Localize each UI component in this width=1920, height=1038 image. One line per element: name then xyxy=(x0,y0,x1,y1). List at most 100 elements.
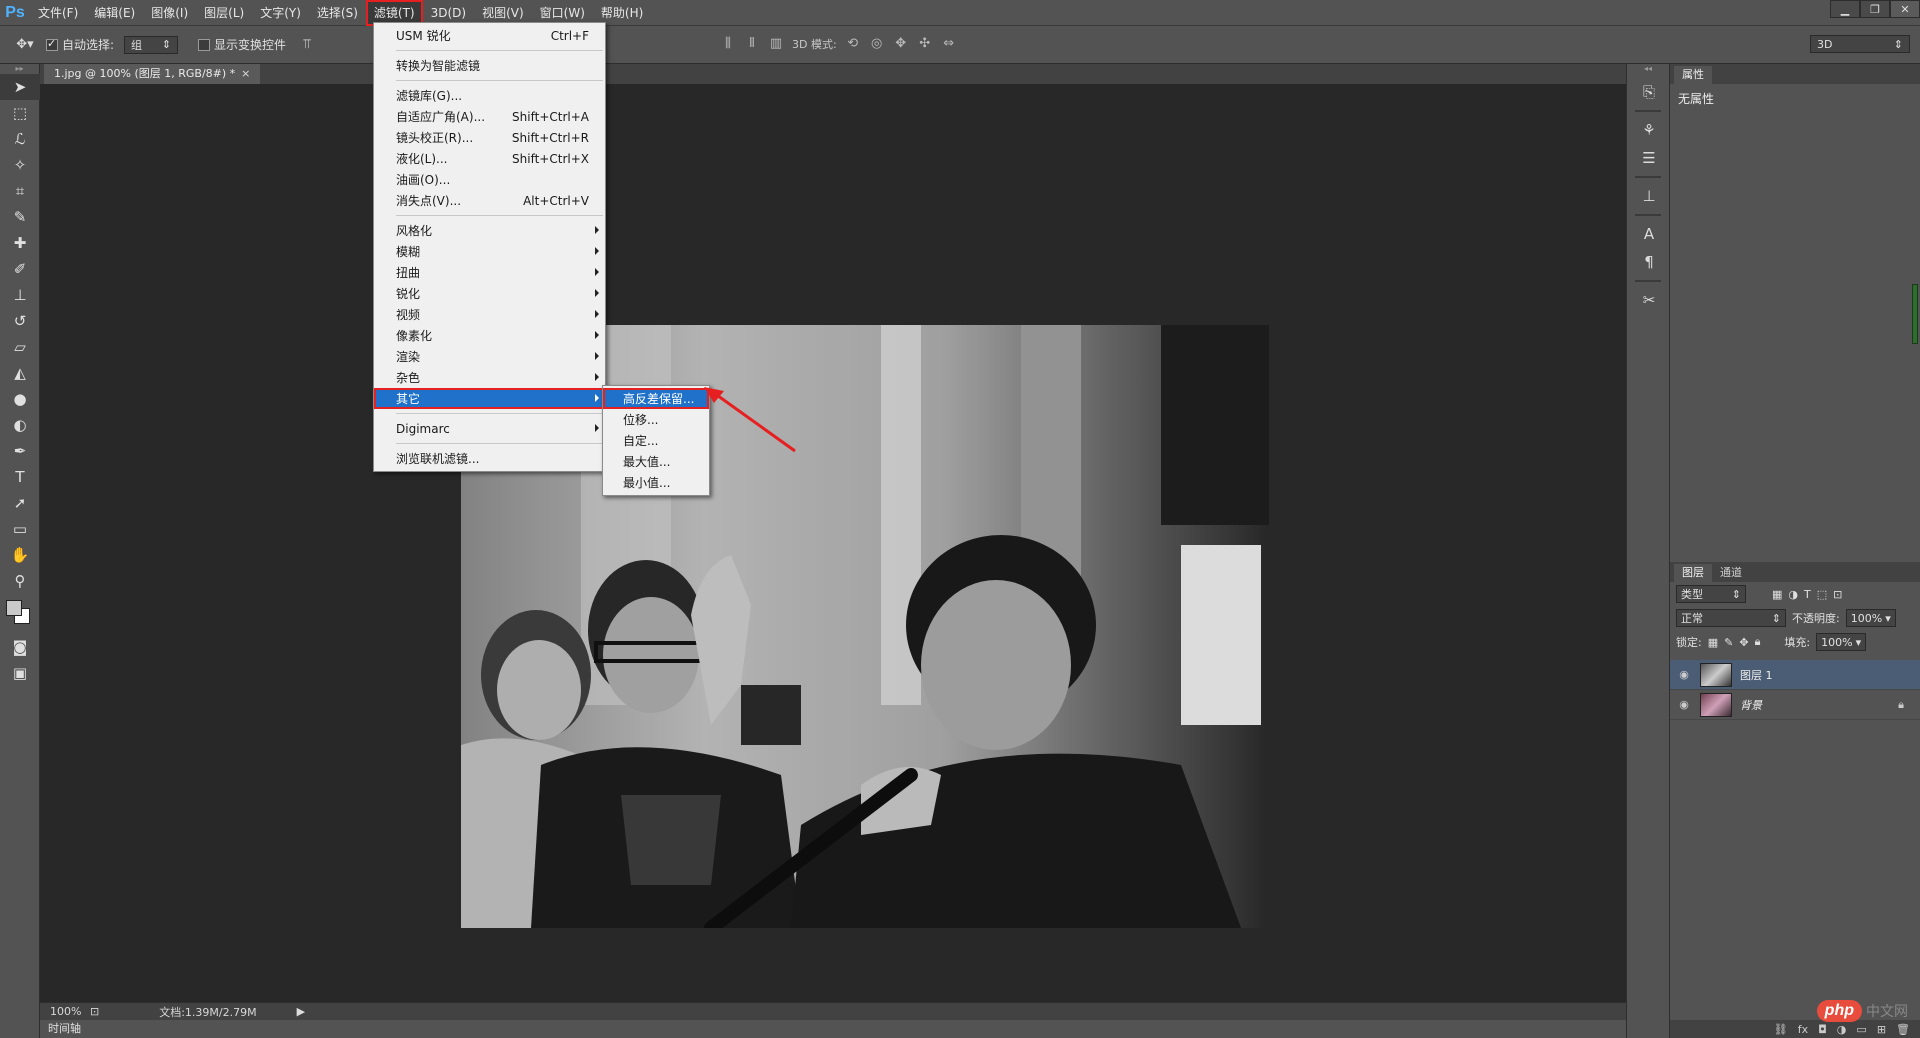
submenu-item-offset[interactable]: 位移... xyxy=(603,409,709,430)
menu-item-convert-smart-filter[interactable]: 转换为智能滤镜 xyxy=(374,55,605,76)
eraser-icon[interactable]: ▱ xyxy=(0,334,40,360)
menu-type[interactable]: 文字(Y) xyxy=(252,0,309,26)
new-group-icon[interactable]: ▭ xyxy=(1856,1023,1866,1036)
menu-item-noise[interactable]: 杂色 xyxy=(374,367,605,388)
new-layer-icon[interactable]: ⊞ xyxy=(1877,1023,1886,1036)
lock-position-icon[interactable]: ✥ xyxy=(1739,636,1748,649)
menu-file[interactable]: 文件(F) xyxy=(30,0,86,26)
minimize-icon[interactable]: ▁ xyxy=(1830,0,1860,18)
screen-mode-icon[interactable]: ▣ xyxy=(0,660,40,686)
restore-icon[interactable]: ❐ xyxy=(1860,0,1890,18)
show-transform-checkbox[interactable] xyxy=(198,38,211,51)
workspace-select[interactable]: 3D ⇕ xyxy=(1810,35,1910,53)
tool-presets-icon[interactable]: ✂ xyxy=(1627,286,1671,314)
auto-select-checkbox[interactable] xyxy=(46,37,58,51)
tab-layers[interactable]: 图层 xyxy=(1674,564,1712,582)
adjustments-panel-icon[interactable]: ☰ xyxy=(1627,144,1671,172)
tab-channels[interactable]: 通道 xyxy=(1712,564,1750,582)
lasso-tool-icon[interactable]: ℒ xyxy=(0,126,40,152)
path-select-icon[interactable]: ➚ xyxy=(0,490,40,516)
color-swatches[interactable] xyxy=(0,594,40,634)
layer-filter-select[interactable]: 类型 ⇕ xyxy=(1676,585,1746,603)
zoom-tool-icon[interactable]: ⚲ xyxy=(0,568,40,594)
menu-item-render[interactable]: 渲染 xyxy=(374,346,605,367)
menu-item-usm-sharpen[interactable]: USM 锐化 Ctrl+F xyxy=(374,25,605,46)
add-mask-icon[interactable]: ◘ xyxy=(1818,1023,1827,1036)
paragraph-panel-icon[interactable]: ¶ xyxy=(1627,248,1671,276)
magic-wand-icon[interactable]: ✧ xyxy=(0,152,40,178)
blend-mode-select[interactable]: 正常 ⇕ xyxy=(1676,609,1786,627)
paint-bucket-icon[interactable]: ◭ xyxy=(0,360,40,386)
clone-stamp-icon[interactable]: ⊥ xyxy=(0,282,40,308)
shape-tool-icon[interactable]: ▭ xyxy=(0,516,40,542)
crop-tool-icon[interactable]: ⌗ xyxy=(0,178,40,204)
pen-tool-icon[interactable]: ✒ xyxy=(0,438,40,464)
menu-item-vanishing-point[interactable]: 消失点(V)... Alt+Ctrl+V xyxy=(374,190,605,211)
align-top-icon[interactable]: ⫪ xyxy=(296,36,318,54)
delete-layer-icon[interactable]: 🗑︎ xyxy=(1896,1023,1910,1036)
canvas-area[interactable] xyxy=(40,84,1626,1002)
visibility-eye-icon[interactable]: ◉ xyxy=(1676,668,1692,681)
layer-style-icon[interactable]: fx xyxy=(1798,1023,1808,1036)
zoom-level[interactable]: 100% xyxy=(40,1005,90,1018)
lock-pixels-icon[interactable]: ✎ xyxy=(1724,636,1733,649)
timeline-panel-tab[interactable]: 时间轴 xyxy=(40,1020,1626,1038)
submenu-item-high-pass[interactable]: 高反差保留... xyxy=(603,388,709,409)
link-layers-icon[interactable]: ⛓ xyxy=(1774,1023,1788,1036)
move-tool-icon[interactable]: ➤ xyxy=(0,74,40,100)
rotate-3d-icon[interactable]: ⟲ xyxy=(845,36,861,52)
move-tool-icon[interactable]: ✥▾ xyxy=(14,36,36,54)
menu-item-oil-paint[interactable]: 油画(O)... xyxy=(374,169,605,190)
menu-item-filter-gallery[interactable]: 滤镜库(G)... xyxy=(374,85,605,106)
brush-tool-icon[interactable]: ✐ xyxy=(0,256,40,282)
layer-item[interactable]: ◉ 背景 🔒︎ xyxy=(1670,690,1920,720)
auto-align-icon[interactable]: ▥ xyxy=(768,36,784,52)
menu-item-digimarc[interactable]: Digimarc xyxy=(374,418,605,439)
menu-item-browse-online-filters[interactable]: 浏览联机滤镜... xyxy=(374,448,605,469)
submenu-item-maximum[interactable]: 最大值... xyxy=(603,451,709,472)
auto-select-dropdown[interactable]: 组 ⇕ xyxy=(124,35,179,54)
panel-grip[interactable]: ▸▸ xyxy=(0,64,39,74)
menu-image[interactable]: 图像(I) xyxy=(143,0,196,26)
quick-mask-icon[interactable]: ◙ xyxy=(0,634,40,660)
filter-adjustment-icon[interactable]: ◑ xyxy=(1788,588,1798,601)
menu-item-stylize[interactable]: 风格化 xyxy=(374,220,605,241)
healing-brush-icon[interactable]: ✚ xyxy=(0,230,40,256)
fill-input[interactable]: 100% ▾ xyxy=(1816,633,1867,651)
menu-item-pixelate[interactable]: 像素化 xyxy=(374,325,605,346)
filter-type-icon[interactable]: T xyxy=(1804,588,1811,601)
scale-3d-icon[interactable]: ⇔ xyxy=(941,36,957,52)
pan-3d-icon[interactable]: ✥ xyxy=(893,36,909,52)
type-tool-icon[interactable]: T xyxy=(0,464,40,490)
menu-item-video[interactable]: 视频 xyxy=(374,304,605,325)
menu-item-sharpen[interactable]: 锐化 xyxy=(374,283,605,304)
character-panel-icon[interactable]: A xyxy=(1627,220,1671,248)
tab-close-icon[interactable]: × xyxy=(241,67,250,80)
menu-item-blur[interactable]: 模糊 xyxy=(374,241,605,262)
roll-3d-icon[interactable]: ◎ xyxy=(869,36,885,52)
eyedropper-icon[interactable]: ✎ xyxy=(0,204,40,230)
lock-all-icon[interactable]: 🔒︎ xyxy=(1755,635,1761,649)
status-info-icon[interactable]: ⊡ xyxy=(90,1005,99,1018)
close-icon[interactable]: ✕ xyxy=(1890,0,1920,18)
filter-shape-icon[interactable]: ⬚ xyxy=(1817,588,1827,601)
marquee-tool-icon[interactable]: ⬚ xyxy=(0,100,40,126)
scrollbar-thumb[interactable] xyxy=(1912,284,1918,344)
menu-item-lens-correction[interactable]: 镜头校正(R)... Shift+Ctrl+R xyxy=(374,127,605,148)
brush-panel-icon[interactable]: ⚘ xyxy=(1627,116,1671,144)
clone-source-icon[interactable]: ⊥ xyxy=(1627,182,1671,210)
new-adjustment-icon[interactable]: ◑ xyxy=(1837,1023,1847,1036)
lock-transparent-icon[interactable]: ▦ xyxy=(1708,636,1718,649)
foreground-color-swatch[interactable] xyxy=(6,600,22,616)
history-brush-icon[interactable]: ↺ xyxy=(0,308,40,334)
layer-item[interactable]: ◉ 图层 1 xyxy=(1670,660,1920,690)
menu-item-other[interactable]: 其它 xyxy=(374,388,605,409)
filter-pixel-icon[interactable]: ▦ xyxy=(1772,588,1782,601)
distribute-h-icon[interactable]: ⫴ xyxy=(744,36,760,52)
visibility-eye-icon[interactable]: ◉ xyxy=(1676,698,1692,711)
dodge-tool-icon[interactable]: ◐ xyxy=(0,412,40,438)
menu-layer[interactable]: 图层(L) xyxy=(196,0,252,26)
submenu-item-custom[interactable]: 自定... xyxy=(603,430,709,451)
tab-properties[interactable]: 属性 xyxy=(1674,66,1712,84)
status-menu-arrow-icon[interactable]: ▶ xyxy=(297,1005,305,1018)
